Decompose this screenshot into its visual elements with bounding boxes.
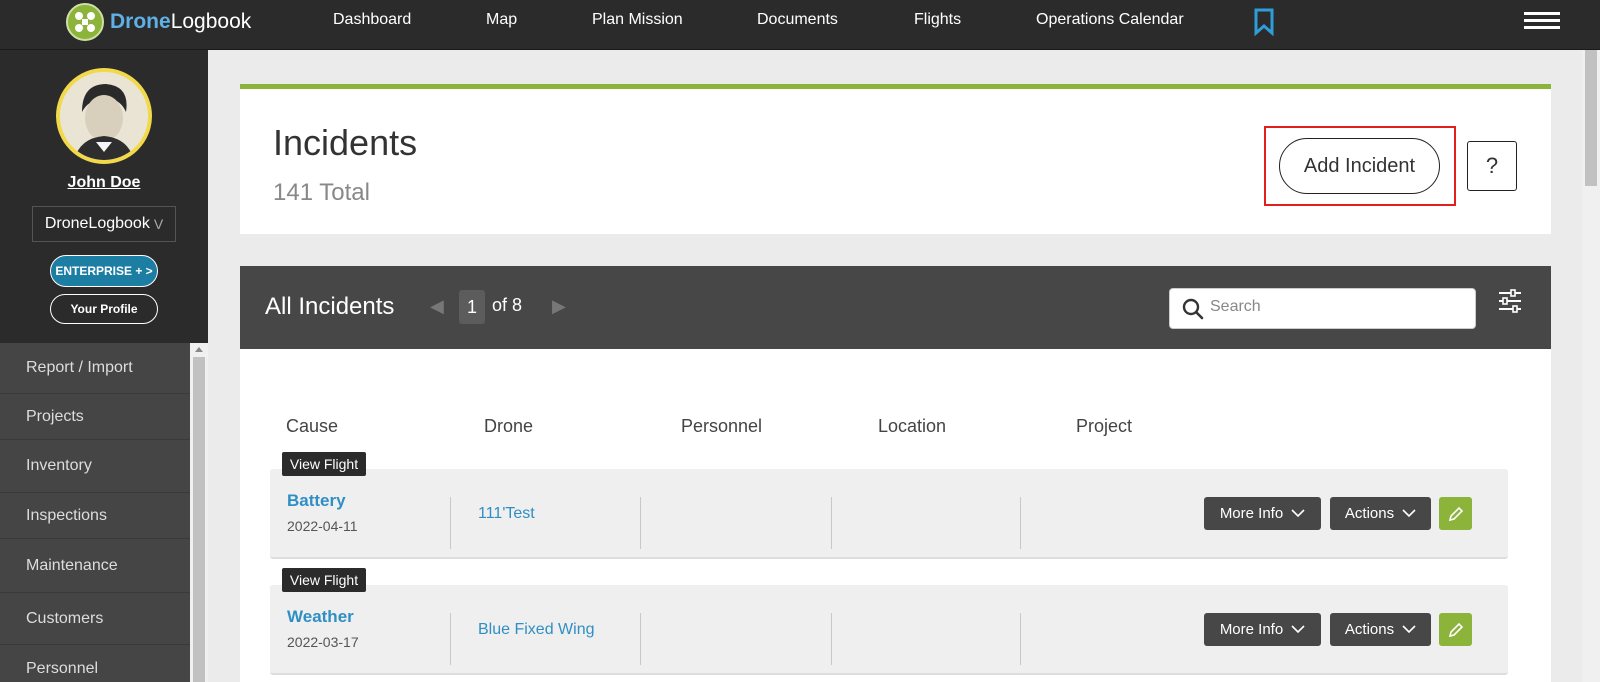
column-divider: [450, 613, 451, 665]
chevron-down-icon: [1402, 509, 1416, 518]
hamburger-menu-icon[interactable]: [1524, 12, 1560, 30]
sidebar-item-customers[interactable]: Customers: [0, 593, 190, 645]
page-header-card: Incidents 141 Total Add Incident ?: [240, 84, 1551, 234]
edit-button[interactable]: [1439, 613, 1472, 646]
current-page[interactable]: 1: [459, 290, 485, 324]
incidents-list-header: All Incidents ◀ 1 of 8 ▶: [240, 266, 1551, 349]
incident-cause-link[interactable]: Weather: [287, 607, 354, 627]
sidebar-menu: Report / Import Projects Inventory Inspe…: [0, 343, 190, 682]
column-header-personnel[interactable]: Personnel: [681, 416, 762, 437]
chevron-down-icon: [1291, 625, 1305, 634]
more-info-label: More Info: [1219, 621, 1284, 638]
incidents-list: Cause Drone Personnel Location Project B…: [240, 349, 1551, 682]
incident-date: 2022-03-17: [287, 634, 359, 650]
sidebar-item-report-import[interactable]: Report / Import: [0, 343, 190, 394]
logo-text: DroneLogbook: [110, 10, 252, 33]
filter-settings-icon[interactable]: [1497, 288, 1523, 319]
column-header-drone[interactable]: Drone: [484, 416, 533, 437]
nav-documents[interactable]: Documents: [757, 11, 838, 29]
drone-link[interactable]: Blue Fixed Wing: [478, 621, 595, 639]
nav-plan-mission[interactable]: Plan Mission: [592, 11, 683, 29]
column-header-cause[interactable]: Cause: [286, 416, 338, 437]
enterprise-button[interactable]: ENTERPRISE + >: [50, 255, 158, 287]
bookmark-icon[interactable]: [1253, 8, 1275, 41]
nav-dashboard[interactable]: Dashboard: [333, 11, 411, 29]
view-flight-button[interactable]: View Flight: [282, 452, 366, 476]
more-info-button[interactable]: More Info: [1204, 613, 1321, 646]
sidebar-item-inspections[interactable]: Inspections: [0, 493, 190, 539]
column-divider: [831, 613, 832, 665]
nav-flights[interactable]: Flights: [914, 11, 961, 29]
pencil-icon: [1448, 506, 1463, 521]
sidebar-scrollbar[interactable]: [190, 343, 208, 682]
your-profile-button[interactable]: Your Profile: [50, 294, 158, 324]
actions-button[interactable]: Actions: [1330, 613, 1431, 646]
column-divider: [450, 497, 451, 549]
chevron-down-icon: [1291, 509, 1305, 518]
column-header-project[interactable]: Project: [1076, 416, 1132, 437]
help-button[interactable]: ?: [1467, 141, 1517, 191]
sidebar-item-personnel[interactable]: Personnel: [0, 645, 190, 682]
drone-logo-icon: [66, 3, 104, 41]
view-flight-button[interactable]: View Flight: [282, 568, 366, 592]
pencil-icon: [1448, 622, 1463, 637]
nav-operations-calendar[interactable]: Operations Calendar: [1036, 11, 1184, 29]
sidebar-item-maintenance[interactable]: Maintenance: [0, 539, 190, 593]
column-divider: [831, 497, 832, 549]
drone-link[interactable]: 111'Test: [478, 505, 535, 523]
actions-button[interactable]: Actions: [1330, 497, 1431, 530]
next-page-icon[interactable]: ▶: [552, 296, 566, 317]
top-nav: DroneLogbook Dashboard Map Plan Mission …: [0, 0, 1600, 50]
add-incident-button[interactable]: Add Incident: [1279, 138, 1440, 194]
column-header-location[interactable]: Location: [878, 416, 946, 437]
incident-total: 141 Total: [273, 179, 370, 206]
edit-button[interactable]: [1439, 497, 1472, 530]
incident-cause-link[interactable]: Battery: [287, 491, 346, 511]
page-count: of 8: [492, 295, 523, 315]
page-title: Incidents: [273, 122, 418, 163]
incident-date: 2022-04-11: [287, 518, 358, 534]
column-divider: [1020, 497, 1021, 549]
org-select-value: DroneLogbook: [44, 215, 150, 232]
chevron-down-icon: [1402, 625, 1416, 634]
actions-label: Actions: [1344, 505, 1395, 522]
list-title: All Incidents: [265, 293, 395, 320]
org-select[interactable]: DroneLogbook V: [32, 206, 176, 242]
search-input[interactable]: [1210, 298, 1460, 316]
actions-label: Actions: [1344, 621, 1395, 638]
search-box[interactable]: [1169, 288, 1476, 329]
avatar[interactable]: [56, 68, 152, 164]
column-divider: [640, 497, 641, 549]
column-divider: [1020, 613, 1021, 665]
search-icon: [1182, 298, 1204, 325]
user-name[interactable]: John Doe: [0, 174, 208, 192]
nav-map[interactable]: Map: [486, 11, 517, 29]
prev-page-icon[interactable]: ◀: [430, 296, 444, 317]
column-divider: [640, 613, 641, 665]
main-scrollbar[interactable]: [1582, 50, 1600, 682]
chevron-down-icon: V: [153, 216, 164, 232]
more-info-label: More Info: [1219, 505, 1284, 522]
sidebar-scrollbar-thumb[interactable]: [193, 357, 205, 682]
more-info-button[interactable]: More Info: [1204, 497, 1321, 530]
sidebar-item-projects[interactable]: Projects: [0, 394, 190, 440]
scroll-up-icon[interactable]: [195, 347, 203, 352]
sidebar-item-inventory[interactable]: Inventory: [0, 440, 190, 493]
app-logo[interactable]: DroneLogbook: [66, 2, 251, 42]
table-row: Battery 2022-04-11 111'Test More Info Ac…: [270, 469, 1508, 559]
table-row: Weather 2022-03-17 Blue Fixed Wing More …: [270, 585, 1508, 675]
main-scrollbar-thumb[interactable]: [1585, 50, 1597, 186]
